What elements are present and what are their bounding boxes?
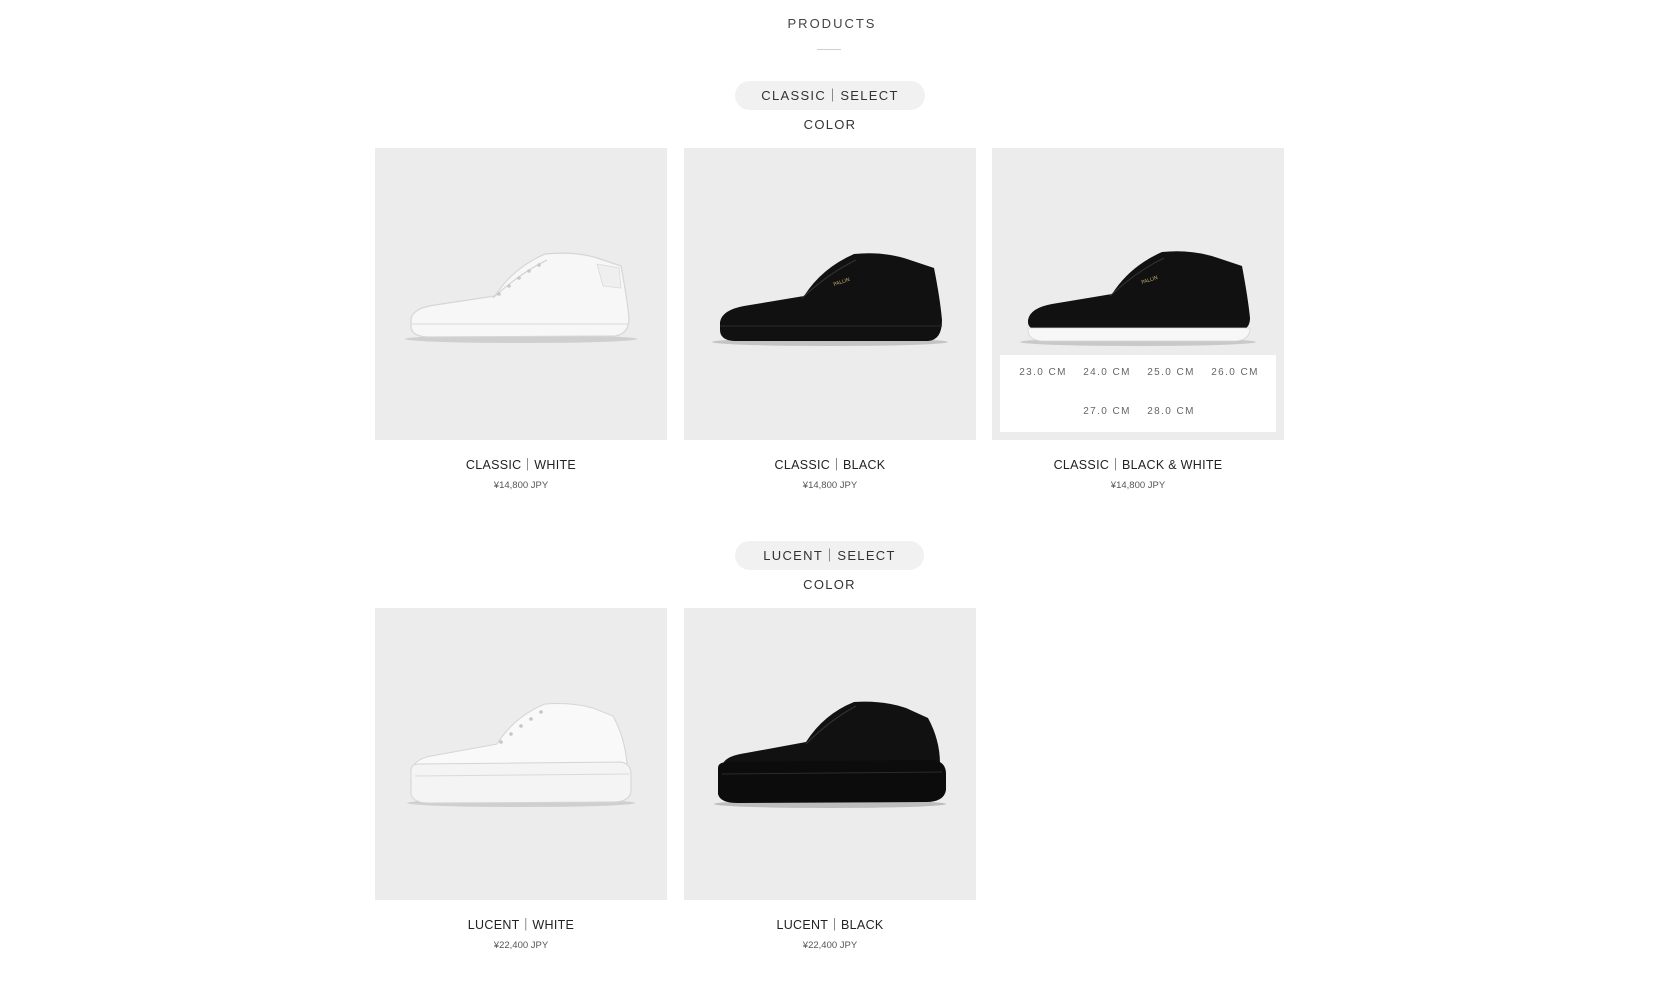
size-option[interactable]: 27.0 CM xyxy=(1075,406,1139,417)
product-image-lucent-black[interactable] xyxy=(684,608,976,900)
product-image-classic-white[interactable] xyxy=(375,148,667,440)
product-name[interactable]: CLASSIC｜BLACK xyxy=(684,454,976,473)
size-selector: 23.0 CM 24.0 CM 25.0 CM 26.0 CM 27.0 CM … xyxy=(1000,355,1276,432)
title-divider xyxy=(817,49,841,50)
product-image-classic-black-white[interactable]: PALLIN 23.0 CM 24.0 CM 25.0 CM 26.0 CM 2… xyxy=(992,148,1284,440)
product-price: ¥22,400 JPY xyxy=(802,940,858,951)
product-name[interactable]: CLASSIC｜WHITE xyxy=(375,454,667,473)
size-option[interactable]: 23.0 CM xyxy=(1011,367,1075,378)
lucent-select-color-button[interactable]: LUCENT｜SELECT COLOR xyxy=(735,541,924,592)
size-option[interactable]: 28.0 CM xyxy=(1139,406,1203,417)
product-price: ¥14,800 JPY xyxy=(802,480,858,491)
product-name[interactable]: LUCENT｜WHITE xyxy=(375,914,667,933)
product-price: ¥22,400 JPY xyxy=(493,940,549,951)
product-card-classic-black[interactable]: PALLIN CLASSIC｜BLACK ¥14,800 JPY xyxy=(684,148,976,491)
section-title: PRODUCTS xyxy=(787,16,877,31)
product-card-lucent-white[interactable]: LUCENT｜WHITE ¥22,400 JPY xyxy=(375,608,667,951)
products-page: PRODUCTS CLASSIC｜SELECT COLOR CLASSIC｜WH… xyxy=(0,0,1664,986)
classic-select-color-button[interactable]: CLASSIC｜SELECT COLOR xyxy=(735,81,925,132)
product-card-classic-white[interactable]: CLASSIC｜WHITE ¥14,800 JPY xyxy=(375,148,667,491)
product-price: ¥14,800 JPY xyxy=(1110,480,1166,491)
product-name[interactable]: LUCENT｜BLACK xyxy=(684,914,976,933)
product-image-lucent-white[interactable] xyxy=(375,608,667,900)
product-name[interactable]: CLASSIC｜BLACK & WHITE xyxy=(992,454,1284,473)
product-card-lucent-black[interactable]: LUCENT｜BLACK ¥22,400 JPY xyxy=(684,608,976,951)
size-option[interactable]: 24.0 CM xyxy=(1075,367,1139,378)
product-image-classic-black[interactable]: PALLIN xyxy=(684,148,976,440)
product-price: ¥14,800 JPY xyxy=(493,480,549,491)
size-option[interactable]: 25.0 CM xyxy=(1139,367,1203,378)
size-option[interactable]: 26.0 CM xyxy=(1203,367,1267,378)
product-card-classic-black-white[interactable]: PALLIN 23.0 CM 24.0 CM 25.0 CM 26.0 CM 2… xyxy=(992,148,1284,491)
